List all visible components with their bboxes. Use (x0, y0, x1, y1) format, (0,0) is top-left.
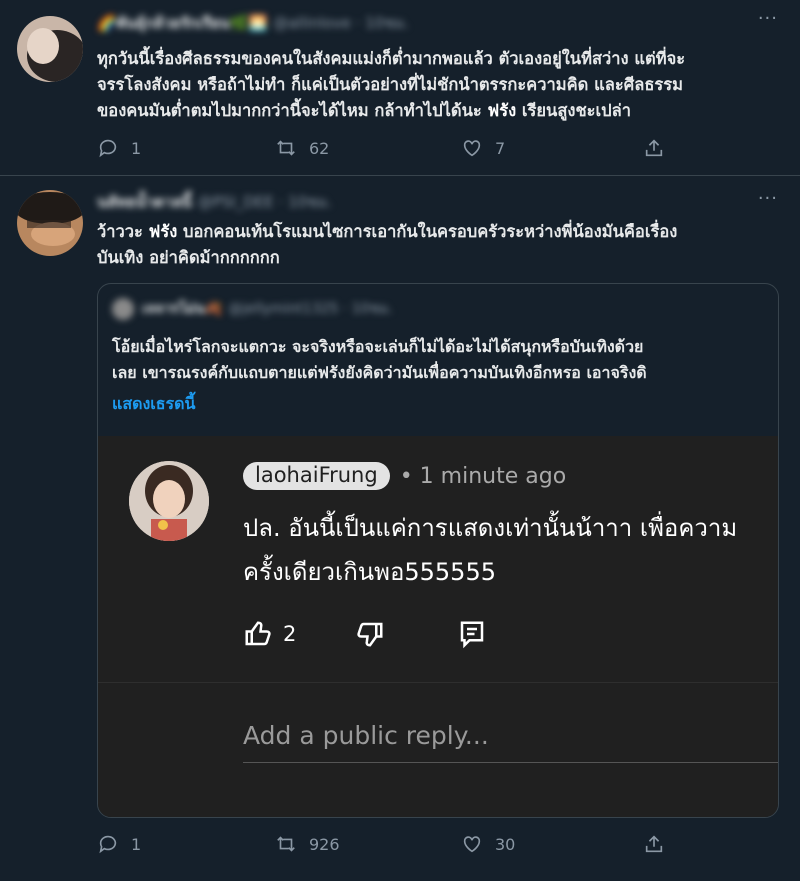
tweet2-line-1-head: ว้าววะ (97, 222, 149, 241)
share-icon (645, 139, 663, 157)
retweet-icon (277, 140, 295, 156)
tweet2-reply-button[interactable]: 1 (97, 833, 141, 855)
tweet2-retweet-count: 926 (309, 834, 340, 854)
tweet1-line-3-tail: เรียนสูงชะเปล่า (516, 101, 632, 120)
quoted-text: โอ้ยเมื่อไหร่โลกจะแตกวะ จะจริงหรือจะเล่น… (112, 334, 767, 386)
quoted-handle[interactable]: @jellymint1325 · 10ชม. (228, 298, 392, 320)
tweet-2[interactable]: นลัทธน้ำตาลนี้ @PSI_DEE · 10ชม. ··· ว้าว… (0, 176, 800, 881)
tweet2-text: ว้าววะ ฟรัง บอกคอนเท้นโรแมนไซการเอากันใน… (97, 219, 787, 271)
comment-icon (460, 621, 484, 649)
tweet1-author-name[interactable]: 🌈พันธุ์กล้วยรักเรียน🌿🌅 (97, 11, 267, 35)
tweet2-line-2: บันเทิง อย่าคิดม้ากกกกกก (97, 248, 280, 267)
quoted-line-2: เลย เขารณรงค์กับแถบตายแต่ฟรังยังคิดว่ามั… (112, 363, 647, 382)
youtube-comment-line-1: ปล. อันนี้เป็นแค่การแสดงเท่านั้นน้าาา เพ… (243, 514, 738, 542)
reply-icon (99, 139, 117, 158)
tweet1-line-2: จรรโลงสังคม หรือถ้าไม่ทำ ก็แค่เป็นตัวอย่… (97, 75, 683, 94)
youtube-comment-text: ปล. อันนี้เป็นแค่การแสดงเท่านั้นน้าาา เพ… (243, 506, 778, 594)
show-thread-link[interactable]: แสดงเธรดนี้ (112, 392, 195, 417)
tweet1-share-button[interactable] (643, 137, 677, 159)
tweet2-line-1-tail: บอกคอนเท้นโรแมนไซการเอากันในครอบครัวระหว… (177, 222, 678, 241)
youtube-reply-placeholder: Add a public reply... (243, 721, 489, 750)
youtube-comment-time: • 1 minute ago (399, 463, 567, 489)
tweet2-like-count: 30 (495, 834, 516, 854)
tweet1-line-3: ของคนมันต่ำตมไปมากกว่านี้จะได้ไหม กล้าทำ… (97, 98, 787, 124)
tweet1-highlight: ฟรัง (487, 101, 517, 120)
tweet1-line-1: ทุกวันนี้เรื่องศีลธรรมของคนในสังคมแม่งก็… (97, 49, 686, 68)
tweet1-reply-button[interactable]: 1 (97, 137, 141, 159)
tweet1-like-count: 7 (495, 138, 506, 158)
share-icon (645, 835, 663, 853)
tweet1-handle[interactable]: @allinlove · 10ชม. (273, 11, 409, 35)
tweet1-retweet-count: 62 (309, 138, 330, 158)
youtube-like: 2 (243, 619, 296, 649)
tweet1-avatar[interactable] (17, 16, 83, 82)
youtube-divider (98, 682, 778, 683)
tweet2-avatar[interactable] (17, 190, 83, 256)
youtube-dislike (355, 619, 385, 649)
quoted-author-name[interactable]: เจจารโม่น🍂 (142, 298, 222, 320)
tweet2-author-name[interactable]: นลัทธน้ำตาลนี้ (97, 190, 192, 214)
retweet-icon (277, 836, 295, 852)
youtube-commenter-avatar (129, 461, 209, 541)
tweet2-handle[interactable]: @PSI_DEE · 10ชม. (198, 190, 332, 214)
quoted-tweet-card[interactable]: เจจารโม่น🍂 @jellymint1325 · 10ชม. โอ้ยเม… (97, 283, 779, 818)
tweet1-retweet-button[interactable]: 62 (275, 137, 329, 159)
heart-icon (463, 836, 481, 853)
youtube-comment-image: laohaiFrung • 1 minute ago ปล. อันนี้เป็… (98, 436, 778, 817)
youtube-reply-underline (243, 762, 778, 763)
tweet1-text: ทุกวันนี้เรื่องศีลธรรมของคนในสังคมแม่งก็… (97, 46, 787, 124)
reply-icon (99, 835, 117, 854)
tweet2-highlight: ฟรัง (148, 222, 178, 241)
youtube-like-count: 2 (283, 622, 297, 646)
youtube-reply (457, 619, 487, 649)
thumbs-down-icon (357, 622, 383, 647)
tweet-1[interactable]: 🌈พันธุ์กล้วยรักเรียน🌿🌅 @allinlove · 10ชม… (0, 0, 800, 175)
tweet2-line-1: ว้าววะ ฟรัง บอกคอนเท้นโรแมนไซการเอากันใน… (97, 219, 787, 245)
quoted-line-1: โอ้ยเมื่อไหร่โลกจะแตกวะ จะจริงหรือจะเล่น… (112, 337, 644, 356)
heart-icon (463, 140, 481, 157)
tweet2-like-button[interactable]: 30 (461, 833, 515, 855)
youtube-author-chip: laohaiFrung (243, 462, 390, 490)
quoted-avatar[interactable] (112, 298, 134, 320)
youtube-comment-line-2: ครั้งเดียวเกินพอ555555 (243, 558, 496, 586)
tweet2-more-icon[interactable]: ··· (758, 188, 778, 209)
tweet1-line-3-head: ของคนมันต่ำตมไปมากกว่านี้จะได้ไหม กล้าทำ… (97, 101, 482, 120)
tweet2-reply-count: 1 (131, 834, 142, 854)
tweet2-share-button[interactable] (643, 833, 677, 855)
tweet2-retweet-button[interactable]: 926 (275, 833, 340, 855)
tweet1-like-button[interactable]: 7 (461, 137, 505, 159)
tweet1-reply-count: 1 (131, 138, 142, 158)
tweet1-more-icon[interactable]: ··· (758, 8, 778, 29)
thumbs-up-icon (245, 621, 271, 646)
